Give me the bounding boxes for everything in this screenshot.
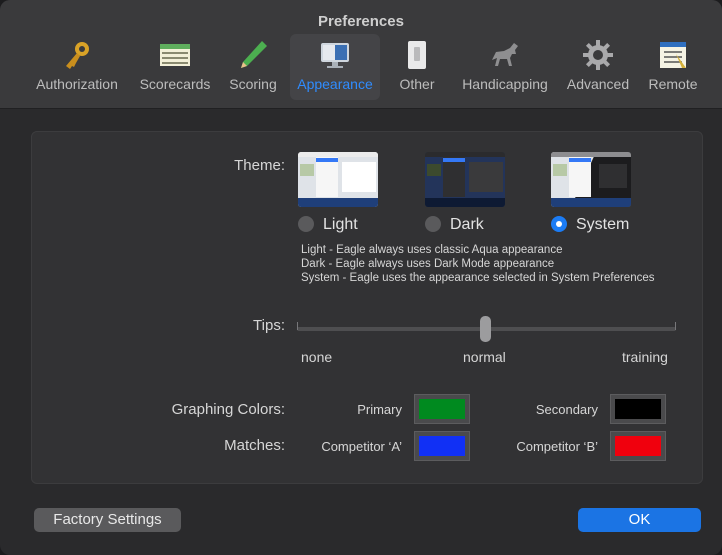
- theme-description-dark: Dark - Eagle always uses Dark Mode appea…: [301, 258, 555, 270]
- tab-label: Appearance: [297, 76, 373, 92]
- theme-label: Theme:: [234, 157, 285, 174]
- competitor-b-label: Competitor ‘B’: [516, 439, 598, 454]
- slider-tick: [297, 322, 298, 330]
- switch-icon: [400, 38, 434, 72]
- tab-remote[interactable]: Remote: [645, 34, 701, 100]
- tips-slider-knob[interactable]: [480, 316, 491, 342]
- secondary-color-well[interactable]: [610, 394, 666, 424]
- primary-color-swatch: [419, 399, 465, 419]
- secondary-label: Secondary: [535, 402, 598, 417]
- dark-theme-preview[interactable]: [425, 152, 505, 207]
- theme-description-light: Light - Eagle always uses classic Aqua a…: [301, 244, 563, 256]
- system-theme-preview[interactable]: [551, 152, 631, 207]
- tab-appearance[interactable]: Appearance: [290, 34, 380, 100]
- tips-mid-label: normal: [463, 349, 506, 365]
- light-radio[interactable]: [298, 216, 314, 232]
- tab-label: Authorization: [36, 76, 118, 92]
- tab-scorecards[interactable]: Scorecards: [136, 34, 214, 100]
- tab-handicapping[interactable]: Handicapping: [457, 34, 553, 100]
- factory-settings-button[interactable]: Factory Settings: [34, 508, 181, 532]
- graphing-colors-label: Graphing Colors:: [171, 401, 285, 418]
- tab-label: Scoring: [229, 76, 277, 92]
- ok-button[interactable]: OK: [578, 508, 701, 532]
- light-option-label[interactable]: Light: [323, 216, 358, 234]
- tab-advanced[interactable]: Advanced: [563, 34, 633, 100]
- tab-label: Scorecards: [139, 76, 211, 92]
- tips-max-label: training: [622, 349, 668, 365]
- dark-radio[interactable]: [425, 216, 441, 232]
- toolbar: Preferences Authorization Scorecards Sco…: [0, 0, 722, 109]
- slider-tick: [675, 322, 676, 330]
- monitor-icon: [318, 38, 352, 72]
- light-theme-preview[interactable]: [298, 152, 378, 207]
- secondary-color-swatch: [615, 399, 661, 419]
- competitor-b-color-swatch: [615, 436, 661, 456]
- tab-label: Other: [399, 76, 435, 92]
- competitor-b-color-well[interactable]: [610, 431, 666, 461]
- competitor-a-label: Competitor ‘A’: [321, 439, 402, 454]
- competitor-a-color-swatch: [419, 436, 465, 456]
- system-radio[interactable]: [551, 216, 567, 232]
- scorecard-icon: [158, 38, 192, 72]
- tips-label: Tips:: [253, 317, 285, 334]
- tab-label: Remote: [648, 76, 698, 92]
- gear-icon: [581, 38, 615, 72]
- tab-authorization[interactable]: Authorization: [33, 34, 121, 100]
- key-icon: [60, 38, 94, 72]
- horse-icon: [488, 38, 522, 72]
- window-title: Preferences: [318, 13, 404, 30]
- preferences-window: Preferences Authorization Scorecards Sco…: [0, 0, 722, 555]
- theme-description-system: System - Eagle uses the appearance selec…: [301, 272, 655, 284]
- matches-label: Matches:: [224, 437, 285, 454]
- remote-icon: [656, 38, 690, 72]
- tips-min-label: none: [301, 349, 333, 365]
- tab-label: Advanced: [566, 76, 630, 92]
- primary-color-well[interactable]: [414, 394, 470, 424]
- primary-label: Primary: [357, 402, 402, 417]
- tab-label: Handicapping: [462, 76, 548, 92]
- pencil-icon: [236, 38, 270, 72]
- dark-option-label[interactable]: Dark: [450, 216, 484, 234]
- tab-other[interactable]: Other: [394, 34, 440, 100]
- competitor-a-color-well[interactable]: [414, 431, 470, 461]
- tab-scoring[interactable]: Scoring: [226, 34, 280, 100]
- system-option-label[interactable]: System: [576, 216, 629, 234]
